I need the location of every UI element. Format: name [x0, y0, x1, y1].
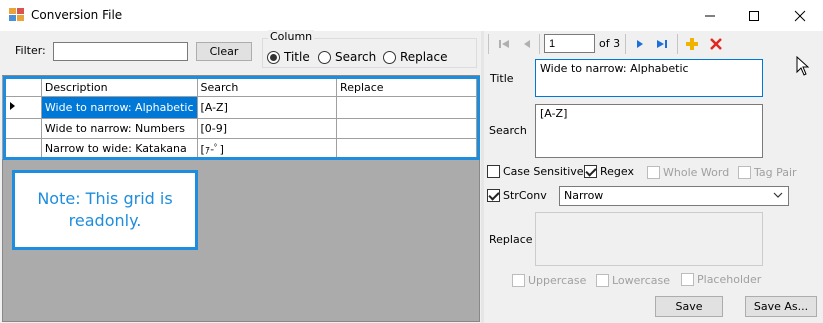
whole-word-checkbox[interactable]: Whole Word: [647, 166, 729, 179]
checkbox-box[interactable]: [647, 166, 660, 179]
uppercase-checkbox[interactable]: Uppercase: [512, 274, 586, 287]
toolbar-separator: [677, 34, 678, 54]
toolbar-grip: [488, 34, 489, 54]
add-icon: [686, 38, 698, 50]
minimize-icon: [705, 15, 715, 16]
strconv-checkbox[interactable]: StrConv: [487, 189, 547, 202]
add-new-button[interactable]: [684, 36, 700, 52]
mouse-cursor-icon: [796, 55, 810, 79]
radio-search[interactable]: Search: [318, 50, 376, 64]
row-header-corner: [3, 77, 42, 97]
clear-button[interactable]: Clear: [196, 42, 252, 61]
regex-checkbox[interactable]: Regex: [584, 165, 634, 178]
move-last-icon: [657, 40, 667, 48]
row-header[interactable]: [3, 138, 42, 159]
column-header-search[interactable]: Search: [196, 77, 338, 97]
filter-label: Filter:: [15, 44, 46, 57]
case-sensitive-checkbox[interactable]: Case Sensitive: [487, 165, 584, 178]
checkbox-box[interactable]: [681, 273, 694, 286]
move-previous-button[interactable]: [519, 36, 535, 52]
table-row[interactable]: Narrow to wide: Katakana [ｧ-ﾟ]: [3, 138, 477, 159]
window-title: Conversion File: [31, 8, 123, 22]
move-first-icon: [499, 40, 509, 48]
lowercase-checkbox[interactable]: Lowercase: [596, 274, 670, 287]
maximize-button[interactable]: [731, 0, 777, 31]
readonly-note: Note: This grid is readonly.: [12, 170, 198, 250]
maximize-icon: [749, 10, 759, 21]
cell-description[interactable]: Wide to narrow: Numbers: [40, 118, 198, 139]
table-row[interactable]: Wide to narrow: Alphabetic [A-Z]: [3, 96, 477, 119]
checkbox-box[interactable]: [584, 165, 597, 178]
cell-search[interactable]: [A-Z]: [196, 96, 338, 119]
checkbox-label: StrConv: [503, 189, 547, 202]
radio-button[interactable]: [267, 50, 280, 64]
toolbar-separator: [539, 34, 540, 54]
cell-replace[interactable]: [336, 118, 477, 139]
checkbox-label: Regex: [600, 165, 634, 178]
move-next-button[interactable]: [632, 36, 648, 52]
row-header[interactable]: [3, 96, 42, 119]
replace-field[interactable]: [535, 212, 763, 266]
delete-button[interactable]: [708, 36, 724, 52]
count-label: of 3: [599, 37, 621, 50]
save-as-button[interactable]: Save As...: [745, 296, 817, 317]
cell-description[interactable]: Narrow to wide: Katakana: [40, 138, 198, 159]
delete-icon: [710, 38, 722, 50]
strconv-select[interactable]: Narrow: [559, 186, 789, 206]
close-icon: [794, 10, 806, 21]
search-label: Search: [489, 124, 527, 137]
checkbox-label: Lowercase: [612, 274, 670, 287]
grid-header-row: Description Search Replace: [3, 77, 477, 97]
column-legend: Column: [268, 30, 315, 43]
data-grid[interactable]: Description Search Replace Wide to narro…: [2, 76, 478, 159]
table-row[interactable]: Wide to narrow: Numbers [0-9]: [3, 118, 477, 139]
checkbox-label: Whole Word: [663, 166, 730, 179]
placeholder-checkbox[interactable]: Placeholder: [681, 273, 761, 286]
close-button[interactable]: [777, 0, 823, 31]
radio-replace[interactable]: Replace: [383, 50, 447, 64]
save-button[interactable]: Save: [655, 296, 723, 317]
toolbar-separator: [625, 34, 626, 54]
cell-search[interactable]: [0-9]: [196, 118, 338, 139]
cell-description[interactable]: Wide to narrow: Alphabetic: [40, 96, 198, 119]
move-previous-icon: [524, 40, 530, 48]
minimize-button[interactable]: [687, 0, 733, 31]
column-header-replace[interactable]: Replace: [336, 77, 477, 97]
cell-replace[interactable]: [336, 138, 477, 159]
splitter[interactable]: [481, 31, 484, 323]
move-first-button[interactable]: [496, 36, 512, 52]
checkbox-label: Placeholder: [697, 273, 762, 286]
radio-label: Replace: [400, 50, 448, 64]
cell-replace[interactable]: [336, 96, 477, 119]
replace-label: Replace: [489, 233, 533, 246]
filter-input[interactable]: [53, 42, 188, 61]
radio-title[interactable]: Title: [267, 50, 310, 64]
checkbox-box[interactable]: [512, 274, 525, 287]
move-last-button[interactable]: [654, 36, 670, 52]
row-header[interactable]: [3, 118, 42, 139]
chevron-down-icon[interactable]: [773, 190, 783, 203]
column-header-description[interactable]: Description: [40, 77, 198, 97]
title-field[interactable]: Wide to narrow: Alphabetic: [535, 59, 763, 97]
title-label: Title: [490, 72, 514, 85]
checkbox-box[interactable]: [596, 274, 609, 287]
move-next-icon: [637, 40, 643, 48]
radio-button[interactable]: [383, 50, 396, 64]
checkbox-label: Uppercase: [528, 274, 587, 287]
current-row-icon: [10, 102, 15, 110]
tag-pair-checkbox[interactable]: Tag Pair: [738, 166, 797, 179]
position-input[interactable]: [544, 34, 595, 53]
search-field[interactable]: [A-Z]: [535, 104, 763, 158]
checkbox-label: Tag Pair: [754, 166, 797, 179]
radio-label: Search: [335, 50, 377, 64]
checkbox-label: Case Sensitive: [503, 165, 584, 178]
radio-button[interactable]: [318, 50, 331, 64]
checkbox-box[interactable]: [738, 166, 751, 179]
radio-label: Title: [284, 50, 310, 64]
cell-search[interactable]: [ｧ-ﾟ]: [196, 138, 338, 159]
checkbox-box[interactable]: [487, 165, 500, 178]
checkbox-box[interactable]: [487, 189, 500, 202]
app-icon: [9, 8, 25, 22]
